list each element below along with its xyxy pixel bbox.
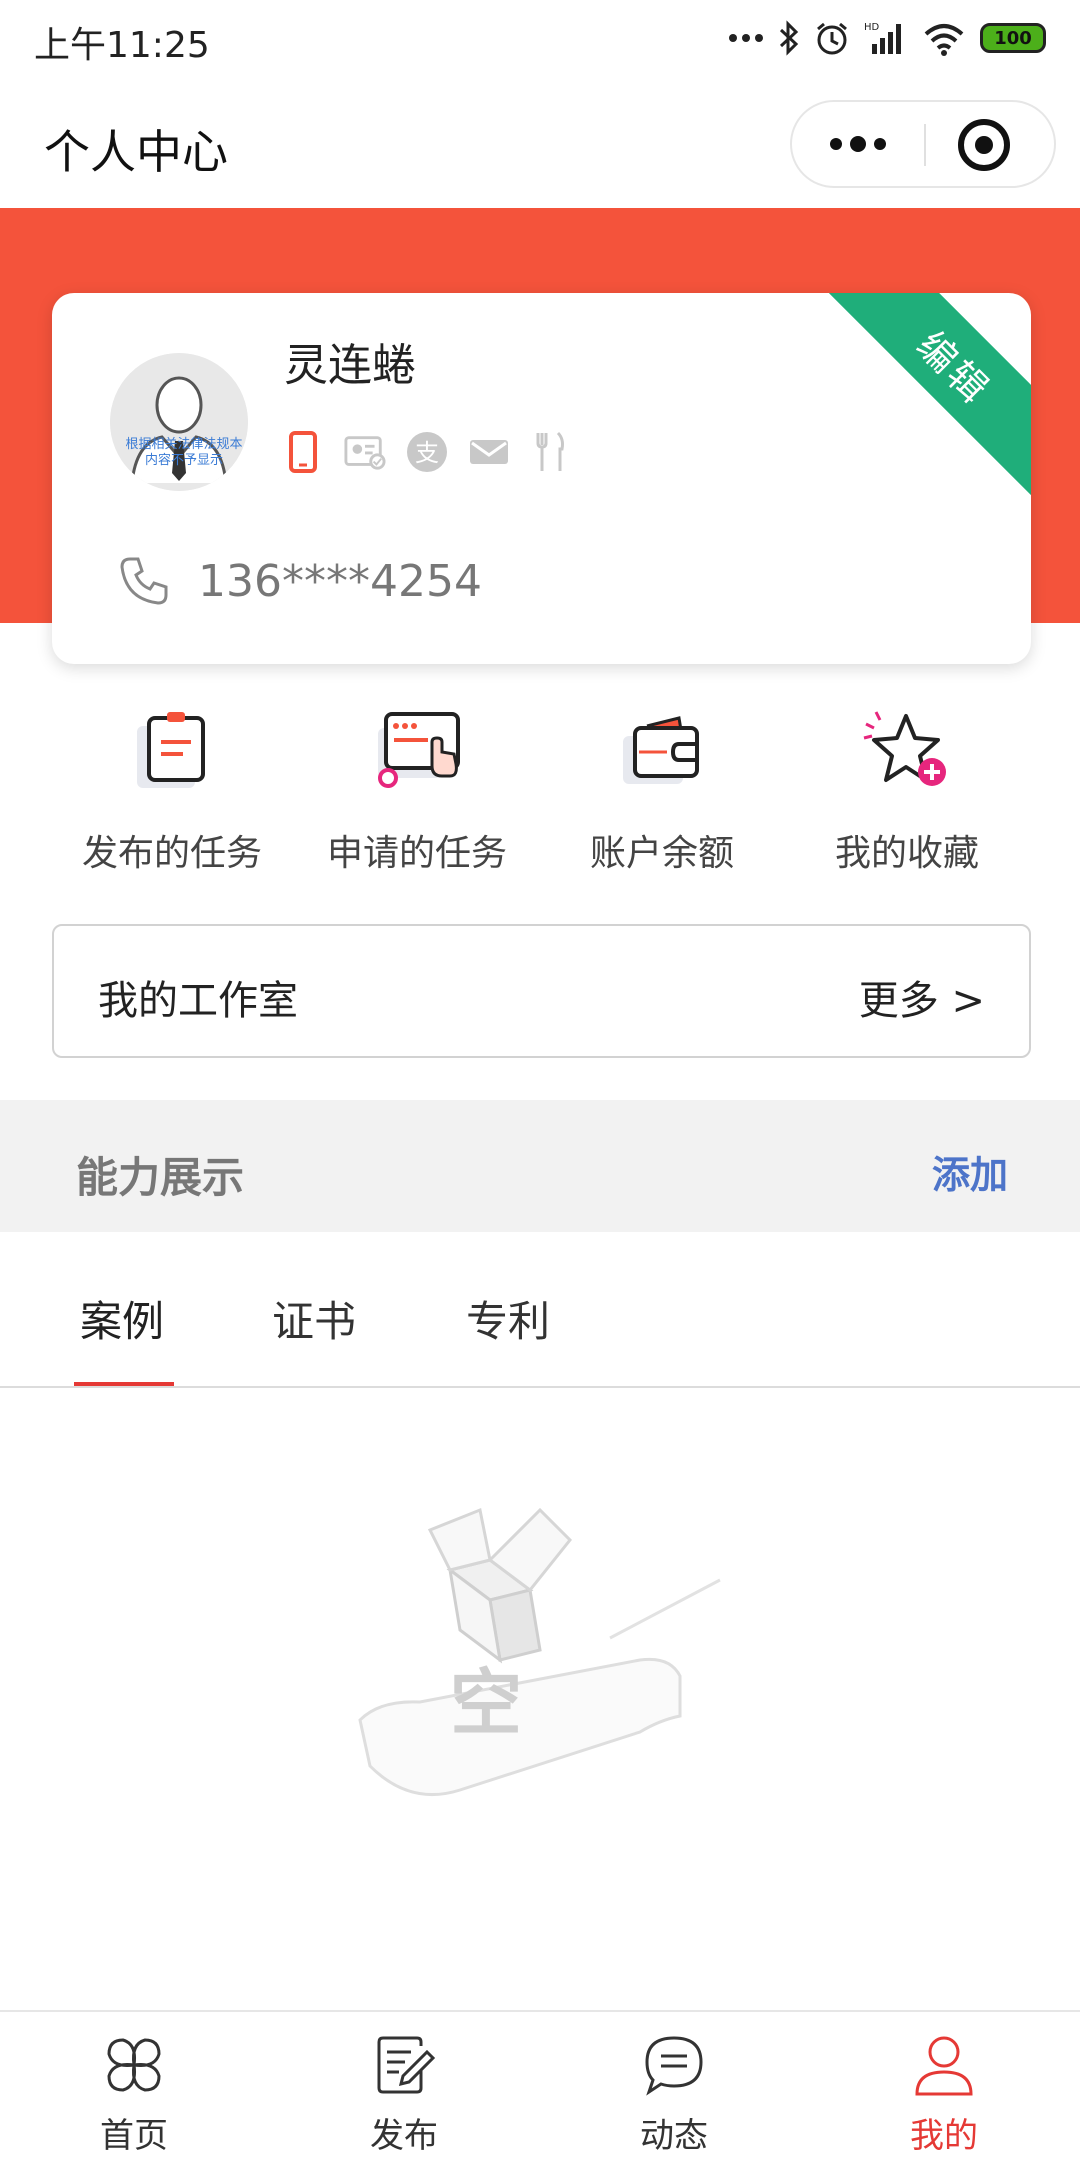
battery-indicator: 100	[980, 23, 1046, 53]
status-bar: 上午11:25 HD 100	[0, 0, 1080, 80]
empty-box-illustration: 空	[358, 1507, 721, 1797]
home-icon	[107, 2038, 161, 2092]
apply-task-icon	[378, 712, 460, 788]
tab-cases[interactable]: 案例	[80, 1288, 164, 1349]
more-dots-icon	[729, 34, 763, 42]
more-dot-icon	[850, 136, 866, 152]
phone-row: 136****4254	[118, 555, 482, 607]
quick-action-label: 账户余额	[589, 833, 734, 874]
signal-icon: HD	[864, 22, 901, 54]
quick-actions: 发布的任务 申请的任务 账户余额 我的收藏	[0, 706, 1080, 876]
page-title: 个人中心	[44, 125, 228, 179]
applied-tasks-button[interactable]: 申请的任务	[292, 706, 542, 876]
mini-program-capsule	[790, 100, 1056, 188]
tabbar-home[interactable]: 首页	[34, 2030, 234, 2157]
quick-action-label: 我的收藏	[834, 833, 979, 874]
chat-bubble-icon	[645, 2036, 703, 2096]
star-add-icon	[863, 711, 946, 786]
tab-patents[interactable]: 专利	[466, 1288, 550, 1349]
svg-text:HD: HD	[864, 22, 880, 33]
empty-text: 空	[450, 1661, 522, 1745]
quick-action-label: 发布的任务	[81, 833, 262, 874]
my-studio-row[interactable]: 我的工作室 更多 >	[52, 924, 1031, 1058]
published-tasks-button[interactable]: 发布的任务	[47, 706, 297, 876]
tabbar-label: 首页	[100, 2116, 168, 2156]
tabbar-label: 发布	[370, 2116, 438, 2156]
tab-certificates[interactable]: 证书	[272, 1288, 356, 1349]
ability-title: 能力展示	[76, 1153, 245, 1202]
ability-tabs: 案例 证书 专利	[0, 1232, 1080, 1388]
svg-text:支: 支	[415, 439, 439, 467]
my-favorites-button[interactable]: 我的收藏	[782, 706, 1032, 876]
tabbar-label: 动态	[640, 2116, 708, 2156]
account-balance-button[interactable]: 账户余额	[537, 706, 787, 876]
empty-state: 空	[0, 1390, 1080, 2010]
ability-section-header: 能力展示 添加	[0, 1100, 1080, 1232]
battery-level: 100	[994, 27, 1032, 49]
capsule-more-button[interactable]	[792, 102, 924, 186]
tabbar-mine[interactable]: 我的	[844, 2030, 1044, 2157]
user-icon	[915, 2036, 973, 2096]
avatar[interactable]: 根据相关法律法规本内容不予显示	[110, 353, 248, 491]
more-dot-icon	[874, 138, 886, 150]
alipay-icon[interactable]: 支	[406, 431, 448, 473]
active-tab-indicator	[74, 1382, 174, 1386]
tabbar-moments[interactable]: 动态	[574, 2030, 774, 2157]
id-card-icon[interactable]	[344, 431, 386, 473]
bluetooth-icon	[779, 20, 799, 56]
user-name: 灵连蜷	[284, 340, 416, 391]
edit-note-icon	[377, 2036, 436, 2094]
phone-number: 136****4254	[198, 555, 482, 607]
status-time: 上午11:25	[34, 25, 210, 66]
email-icon[interactable]	[468, 431, 510, 473]
studio-more-link[interactable]: 更多 >	[859, 968, 985, 1026]
quick-action-label: 申请的任务	[326, 833, 507, 874]
nav-bar: 个人中心	[0, 80, 1080, 208]
add-ability-button[interactable]: 添加	[932, 1144, 1008, 1199]
profile-card: 根据相关法律法规本内容不予显示 灵连蜷 支 136****4254 编辑	[52, 293, 1031, 664]
capsule-divider	[924, 124, 926, 166]
verification-badges: 支	[282, 431, 572, 473]
mobile-verified-icon[interactable]	[282, 431, 324, 473]
edit-profile-button[interactable]: 编辑	[812, 293, 1031, 503]
alarm-icon	[817, 22, 847, 55]
tabbar-label: 我的	[910, 2116, 978, 2156]
studio-title: 我的工作室	[98, 978, 298, 1024]
avatar-watermark: 根据相关法律法规本内容不予显示	[125, 437, 243, 468]
wallet-icon	[623, 716, 699, 784]
capsule-close-button[interactable]	[958, 119, 1010, 171]
tools-icon[interactable]	[530, 431, 572, 473]
clipboard-icon	[137, 712, 205, 788]
person-silhouette-icon	[110, 353, 248, 491]
more-dot-icon	[830, 138, 842, 150]
edit-label: 编辑	[908, 322, 1000, 414]
bottom-tab-bar: 首页 发布 动态 我的	[0, 2010, 1080, 2160]
status-icons: HD 100	[728, 16, 1046, 60]
phone-icon	[120, 557, 168, 605]
wifi-icon	[924, 24, 964, 56]
tabbar-publish[interactable]: 发布	[304, 2030, 504, 2157]
